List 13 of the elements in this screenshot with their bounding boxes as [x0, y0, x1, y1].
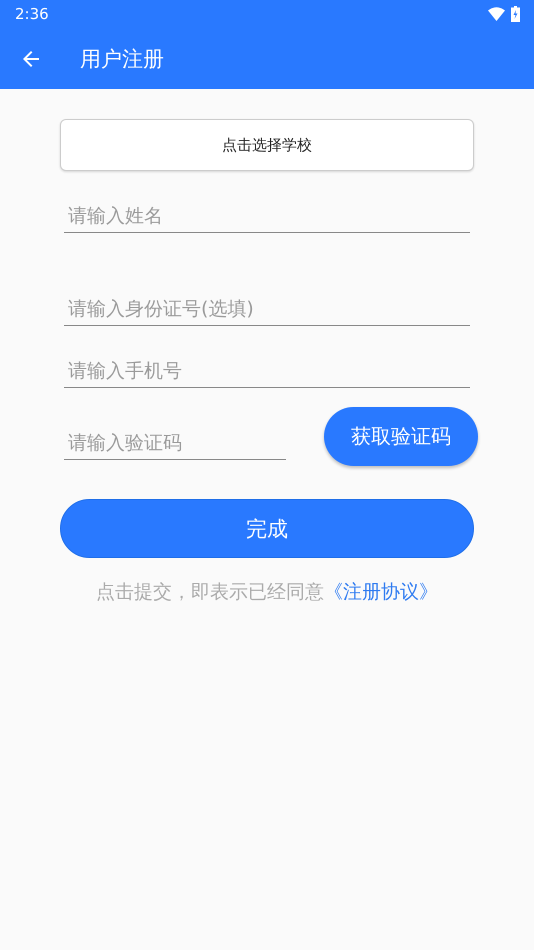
get-code-button[interactable]: 获取验证码	[324, 407, 478, 466]
agreement-link[interactable]: 《注册协议》	[324, 581, 438, 603]
submit-button[interactable]: 完成	[60, 499, 474, 558]
input-field[interactable]: 请输入手机号	[64, 354, 470, 388]
status-time: 2:36	[15, 5, 49, 23]
wifi-icon	[488, 7, 505, 21]
battery-icon	[511, 6, 520, 22]
input-field[interactable]: 请输入姓名	[64, 199, 470, 233]
input-field[interactable]: 请输入验证码	[64, 426, 286, 460]
select-school-button[interactable]: 点击选择学校	[60, 119, 474, 171]
page-title: 用户注册	[80, 46, 164, 72]
input-field[interactable]: 请输入身份证号(选填)	[64, 292, 470, 326]
agreement-text: 点击提交，即表示已经同意《注册协议》	[95, 580, 439, 605]
